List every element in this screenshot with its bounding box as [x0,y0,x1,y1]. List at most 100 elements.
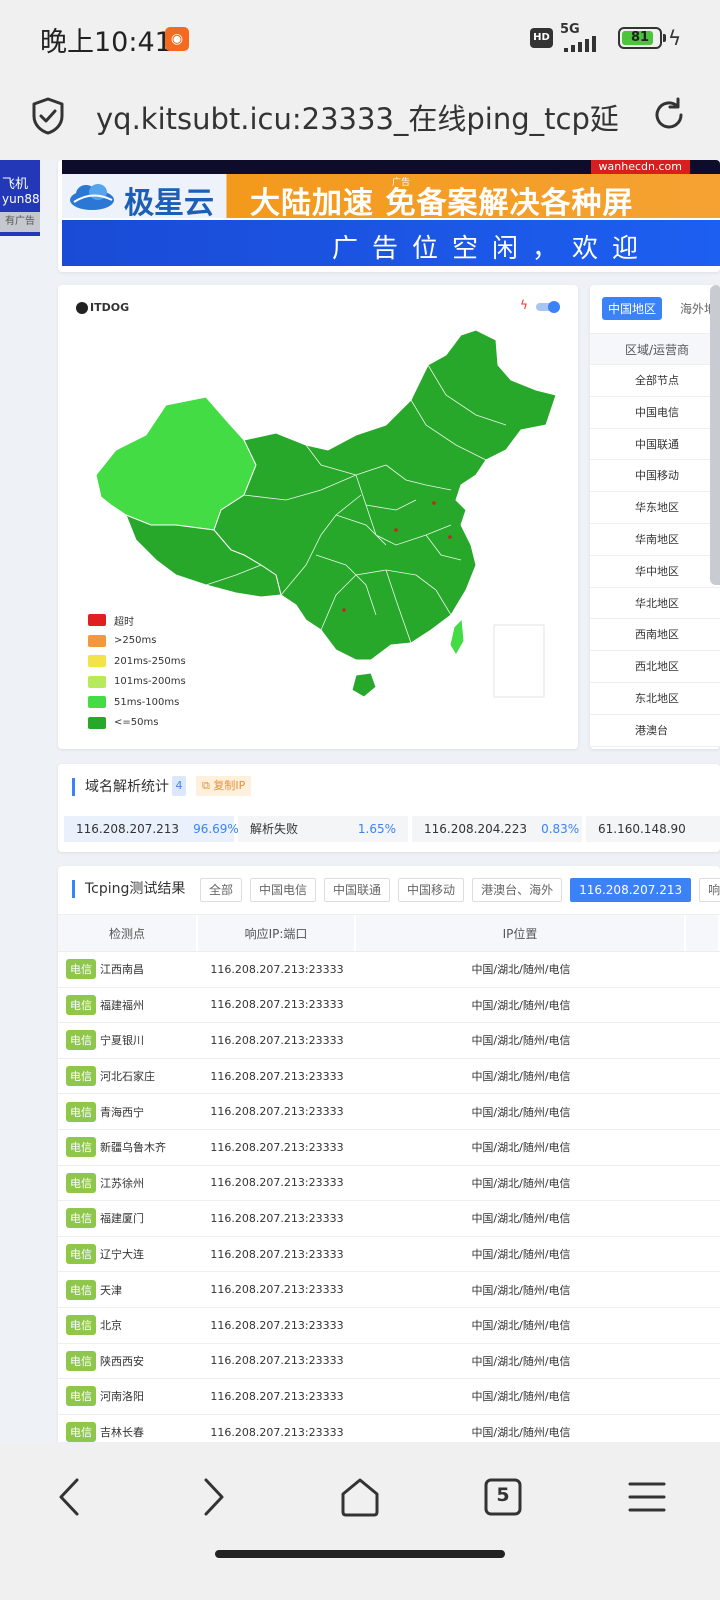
table-row[interactable]: 电信 宁夏银川 116.208.207.213:23333 中国/湖北/随州/电信 [58,1023,720,1059]
region-item[interactable]: 华北地区 [590,588,720,620]
column-header[interactable] [686,915,720,951]
region-item[interactable]: 中国电信 [590,397,720,429]
ip-location: 中国/湖北/随州/电信 [471,1105,571,1119]
ip-location: 中国/湖北/随州/电信 [471,1176,571,1190]
table-row[interactable]: 电信 江苏徐州 116.208.207.213:23333 中国/湖北/随州/电信 [58,1166,720,1202]
network-type: 5G [560,22,580,37]
node-cell: 电信 青海西宁 [58,1101,198,1122]
menu-icon[interactable] [622,1472,672,1522]
table-row[interactable]: 电信 河南洛阳 116.208.207.213:23333 中国/湖北/随州/电信 [58,1379,720,1415]
response-ip: 116.208.207.213:23333 [210,1283,344,1297]
region-item[interactable]: 港澳台 [590,715,720,747]
banner-ad-vacant[interactable]: 广告位空闲，欢迎 [62,220,720,266]
dns-result[interactable]: 解析失败 1.65% [238,816,408,842]
table-row[interactable]: 电信 青海西宁 116.208.207.213:23333 中国/湖北/随州/电信 [58,1094,720,1130]
table-row[interactable]: 电信 辽宁大连 116.208.207.213:23333 中国/湖北/随州/电信 [58,1237,720,1273]
legend-label: <=50ms [114,717,159,729]
isp-badge: 电信 [66,1315,96,1336]
node-name: 河南洛阳 [100,1390,144,1404]
side-ad-label: 有广告 [0,212,40,232]
column-header[interactable]: 检测点 [58,915,198,951]
tcping-filter-tab[interactable]: 116.208.207.213 [570,878,692,902]
tcping-filter-tab[interactable]: 中国电信 [250,878,317,902]
map-mode-toggle[interactable]: ϟ [520,298,562,315]
ip-location: 中国/湖北/随州/电信 [471,1034,571,1048]
dns-result[interactable]: 116.208.207.213 96.69% [64,816,239,842]
dns-result[interactable]: 61.160.148.90 [586,816,720,842]
legend-swatch [88,675,106,688]
region-item[interactable]: 西南地区 [590,619,720,652]
tcping-filter-tab[interactable]: 港澳台、海外 [472,878,563,902]
response-ip: 116.208.207.213:23333 [210,1105,344,1119]
isp-badge: 电信 [66,959,96,980]
node-cell: 电信 北京 [58,1315,198,1336]
node-name: 江西南昌 [100,963,144,977]
tabs-button[interactable]: 5 [478,1472,528,1522]
banner-brand: 极星云 [124,186,214,221]
dns-percent: 0.83% [541,822,580,836]
forward-icon[interactable] [188,1472,238,1522]
map-region-mainland [213,329,557,661]
region-item[interactable]: 东北地区 [590,683,720,715]
copy-ip-button[interactable]: ⧉ 复制IP [196,776,252,796]
tcping-filter-tab[interactable]: 中国移动 [398,878,465,902]
banner-top-text: wanhecdn.com [590,160,690,174]
table-row[interactable]: 电信 河北石家庄 116.208.207.213:23333 中国/湖北/随州/电信 [58,1059,720,1095]
side-scroll-handle[interactable] [710,285,720,585]
isp-badge: 电信 [66,1279,96,1300]
column-header[interactable]: 响应IP:端口 [198,915,356,951]
response-ip: 116.208.207.213:23333 [210,998,344,1012]
table-row[interactable]: 电信 吉林长春 116.208.207.213:23333 中国/湖北/随州/电信 [58,1415,720,1442]
tcping-filter-tab[interactable]: 全部 [200,878,243,902]
tab-count: 5 [496,1484,510,1506]
ip-location: 中国/湖北/随州/电信 [471,998,571,1012]
home-icon[interactable] [335,1472,385,1522]
back-icon[interactable] [45,1472,95,1522]
table-row[interactable]: 电信 福建福州 116.208.207.213:23333 中国/湖北/随州/电信 [58,988,720,1024]
legend-swatch [88,634,106,647]
dns-ip: 解析失败 [250,822,299,836]
node-name: 陕西西安 [100,1354,144,1368]
region-item[interactable]: 西北地区 [590,651,720,683]
home-indicator[interactable] [215,1550,505,1558]
table-row[interactable]: 电信 福建厦门 116.208.207.213:23333 中国/湖北/随州/电信 [58,1201,720,1237]
tcping-filter-tab[interactable]: 中国联通 [324,878,391,902]
node-name: 吉林长春 [100,1426,144,1440]
region-item[interactable]: 华南地区 [590,524,720,556]
dns-title: 域名解析统计 [72,778,169,796]
response-ip: 116.208.207.213:23333 [210,1069,344,1083]
address-field[interactable]: yq.kitsubt.icu:23333_在线ping_tcp延 [96,96,626,138]
node-name: 福建厦门 [100,1212,144,1226]
table-row[interactable]: 电信 天津 116.208.207.213:23333 中国/湖北/随州/电信 [58,1272,720,1308]
region-item[interactable]: 全部节点 [590,365,720,397]
table-row[interactable]: 电信 江西南昌 116.208.207.213:23333 中国/湖北/随州/电信 [58,952,720,988]
column-header[interactable]: IP位置 [356,915,686,951]
web-page: 飞机 yun888 有广告 wanhecdn.com 极星云 广告 大陆加速 免… [0,160,720,1442]
dns-percent: 96.69% [193,822,239,836]
node-cell: 电信 福建厦门 [58,1208,198,1229]
region-tab[interactable]: 中国地区 [602,297,663,320]
region-item[interactable]: 中国移动 [590,460,720,493]
security-shield-icon[interactable] [30,96,66,136]
signal-icon: 5G [560,22,608,52]
reload-icon[interactable] [650,96,688,134]
table-row[interactable]: 电信 陕西西安 116.208.207.213:23333 中国/湖北/随州/电信 [58,1344,720,1380]
region-item[interactable]: 中国联通 [590,429,720,461]
flash-icon: ϟ [520,298,528,312]
table-row[interactable]: 电信 新疆乌鲁木齐 116.208.207.213:23333 中国/湖北/随州/电信 [58,1130,720,1166]
dns-result[interactable]: 116.208.204.223 0.83% [412,816,582,842]
ip-location: 中国/湖北/随州/电信 [471,1283,571,1297]
legend-label: >250ms [114,635,157,647]
node-cell: 电信 宁夏银川 [58,1030,198,1051]
node-cell: 电信 河北石家庄 [58,1066,198,1087]
tcping-filter-tab[interactable]: 响应 [699,878,720,902]
banner-ad-top[interactable]: wanhecdn.com [62,160,720,174]
region-item[interactable]: 华东地区 [590,492,720,524]
region-item[interactable]: 华中地区 [590,556,720,588]
side-ad-line1: 飞机 [2,177,29,192]
banner-ad-jixingyun[interactable]: 极星云 广告 大陆加速 免备案解决各种屏 [62,174,720,221]
node-cell: 电信 陕西西安 [58,1350,198,1371]
table-row[interactable]: 电信 北京 116.208.207.213:23333 中国/湖北/随州/电信 [58,1308,720,1344]
ip-location: 中国/湖北/随州/电信 [471,1390,571,1404]
isp-badge: 电信 [66,1208,96,1229]
